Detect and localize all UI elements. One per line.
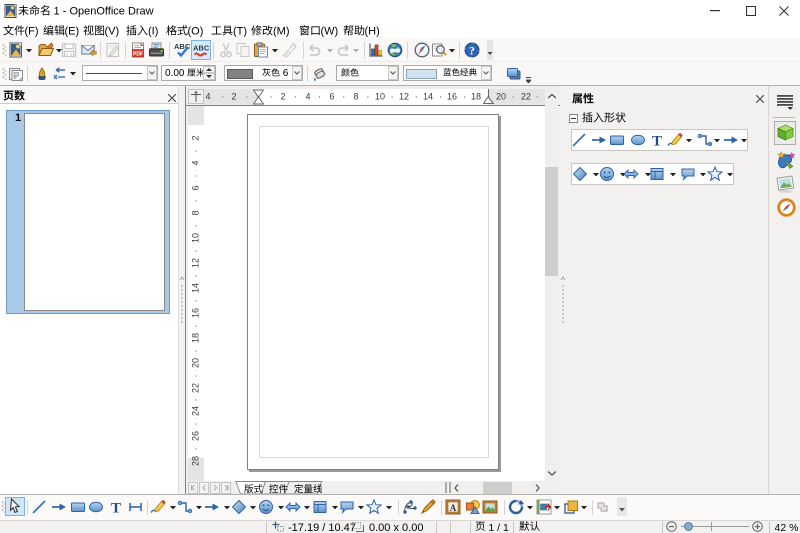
svg-text:10: 10 (191, 233, 201, 243)
svg-text:28: 28 (191, 456, 201, 466)
svg-text:PDF: PDF (133, 51, 143, 57)
svg-text:6: 6 (329, 92, 334, 102)
svg-text:4: 4 (305, 92, 310, 102)
svg-text:12: 12 (191, 258, 201, 268)
svg-text:2: 2 (191, 135, 201, 140)
svg-text:4: 4 (205, 92, 210, 102)
svg-text:22: 22 (521, 92, 531, 102)
svg-text:18: 18 (471, 92, 481, 102)
svg-text:A: A (450, 503, 457, 513)
svg-text:?: ? (469, 46, 475, 58)
svg-text:26: 26 (191, 431, 201, 441)
svg-text:ABC: ABC (193, 44, 209, 53)
svg-text:2: 2 (280, 92, 285, 102)
svg-text:20: 20 (496, 92, 506, 102)
svg-text:6: 6 (191, 185, 201, 190)
svg-text:16: 16 (447, 92, 457, 102)
svg-text:16: 16 (191, 308, 201, 318)
svg-text:8: 8 (191, 210, 201, 215)
svg-text:14: 14 (423, 92, 433, 102)
svg-text:18: 18 (191, 333, 201, 343)
svg-text:2: 2 (231, 92, 236, 102)
svg-text:12: 12 (399, 92, 409, 102)
svg-text:20: 20 (191, 358, 201, 368)
svg-text:22: 22 (191, 383, 201, 393)
svg-text:ABC: ABC (174, 42, 190, 51)
svg-text:4: 4 (191, 160, 201, 165)
svg-text:14: 14 (191, 283, 201, 293)
svg-text:10: 10 (375, 92, 385, 102)
svg-text:8: 8 (353, 92, 358, 102)
svg-text:24: 24 (191, 406, 201, 416)
